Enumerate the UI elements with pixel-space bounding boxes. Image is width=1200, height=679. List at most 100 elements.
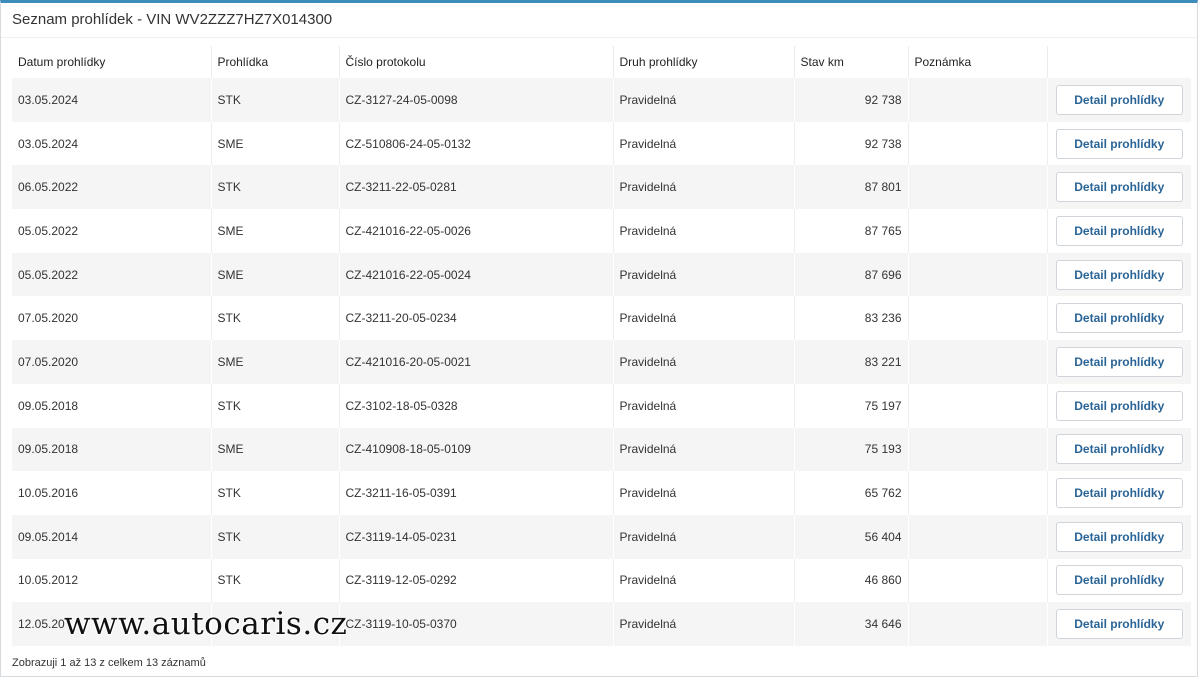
table-header-row: Datum prohlídky Prohlídka Číslo protokol… <box>12 46 1191 78</box>
cell-note <box>908 471 1048 515</box>
inspections-table: Datum prohlídky Prohlídka Číslo protokol… <box>12 46 1191 646</box>
cell-inspection-type: STK <box>211 78 340 122</box>
cell-mileage: 56 404 <box>794 514 909 559</box>
column-header-protocol[interactable]: Číslo protokolu <box>339 46 614 78</box>
detail-inspection-button[interactable]: Detail prohlídky <box>1055 521 1183 552</box>
column-header-note[interactable]: Poznámka <box>908 46 1048 78</box>
cell-protocol-number: CZ-421016-20-05-0021 <box>339 340 614 384</box>
column-header-date[interactable]: Datum prohlídky <box>12 46 212 78</box>
cell-date: 12.05.20 <box>12 602 212 646</box>
table-row: 10.05.2016 STK CZ-3211-16-05-0391 Pravideln… <box>12 471 1191 515</box>
cell-note <box>908 209 1048 253</box>
cell-inspection-type: SME <box>211 427 340 472</box>
cell-mileage: 46 860 <box>794 558 909 603</box>
cell-action: Detail prohlídky <box>1047 602 1191 646</box>
cell-inspection-kind: Pravidelná <box>613 383 795 428</box>
cell-protocol-number: CZ-3102-18-05-0328 <box>339 383 614 428</box>
cell-protocol-number: CZ-421016-22-05-0026 <box>339 209 614 253</box>
cell-protocol-number: CZ-3127-24-05-0098 <box>339 78 614 122</box>
cell-protocol-number: CZ-3119-14-05-0231 <box>339 514 614 559</box>
table-row: 07.05.2020 SME CZ-421016-20-05-0021 Pravide… <box>12 340 1191 384</box>
detail-inspection-button[interactable]: Detail prohlídky <box>1055 346 1183 377</box>
cell-note <box>908 383 1048 428</box>
cell-inspection-kind: Pravidelná <box>613 78 795 122</box>
cell-date: 09.05.2014 <box>12 514 212 559</box>
table-row: 05.05.2022 SME CZ-421016-22-05-0026 Pravide… <box>12 209 1191 253</box>
detail-inspection-button[interactable]: Detail prohlídky <box>1055 215 1183 246</box>
cell-action: Detail prohlídky <box>1047 209 1191 253</box>
cell-mileage: 75 197 <box>794 383 909 428</box>
cell-note <box>908 340 1048 384</box>
cell-note <box>908 121 1048 166</box>
cell-inspection-type: STK <box>211 165 340 210</box>
detail-inspection-button[interactable]: Detail prohlídky <box>1055 84 1183 115</box>
cell-note <box>908 165 1048 210</box>
table-row: 12.05.20 CZ-3119-10-05-0370 Pravidelná 34 6… <box>12 602 1191 646</box>
detail-inspection-button[interactable]: Detail prohlídky <box>1055 172 1183 203</box>
cell-inspection-kind: Pravidelná <box>613 209 795 253</box>
cell-date: 07.05.2020 <box>12 296 212 341</box>
detail-inspection-button[interactable]: Detail prohlídky <box>1055 128 1183 159</box>
panel-title: Seznam prohlídek - VIN WV2ZZZ7HZ7X014300 <box>1 3 1197 38</box>
detail-inspection-button[interactable]: Detail prohlídky <box>1055 434 1183 465</box>
cell-date: 09.05.2018 <box>12 383 212 428</box>
detail-inspection-button[interactable]: Detail prohlídky <box>1055 609 1183 640</box>
cell-protocol-number: CZ-410908-18-05-0109 <box>339 427 614 472</box>
cell-action: Detail prohlídky <box>1047 383 1191 428</box>
cell-inspection-type: SME <box>211 209 340 253</box>
cell-note <box>908 296 1048 341</box>
cell-inspection-type: STK <box>211 558 340 603</box>
cell-mileage: 87 801 <box>794 165 909 210</box>
cell-inspection-kind: Pravidelná <box>613 121 795 166</box>
cell-inspection-kind: Pravidelná <box>613 427 795 472</box>
cell-action: Detail prohlídky <box>1047 558 1191 603</box>
cell-note <box>908 78 1048 122</box>
cell-date: 03.05.2024 <box>12 121 212 166</box>
cell-inspection-kind: Pravidelná <box>613 471 795 515</box>
cell-action: Detail prohlídky <box>1047 471 1191 515</box>
cell-action: Detail prohlídky <box>1047 165 1191 210</box>
column-header-kind[interactable]: Druh prohlídky <box>613 46 795 78</box>
cell-protocol-number: CZ-510806-24-05-0132 <box>339 121 614 166</box>
cell-inspection-type: SME <box>211 121 340 166</box>
cell-inspection-type: STK <box>211 471 340 515</box>
column-header-inspection[interactable]: Prohlídka <box>211 46 340 78</box>
cell-date: 03.05.2024 <box>12 78 212 122</box>
cell-inspection-kind: Pravidelná <box>613 252 795 297</box>
detail-inspection-button[interactable]: Detail prohlídky <box>1055 478 1183 509</box>
cell-action: Detail prohlídky <box>1047 252 1191 297</box>
detail-inspection-button[interactable]: Detail prohlídky <box>1055 259 1183 290</box>
cell-note <box>908 514 1048 559</box>
cell-date: 10.05.2012 <box>12 558 212 603</box>
cell-note <box>908 427 1048 472</box>
cell-date: 05.05.2022 <box>12 209 212 253</box>
cell-mileage: 75 193 <box>794 427 909 472</box>
cell-date: 06.05.2022 <box>12 165 212 210</box>
pagination-info: Zobrazuji 1 až 13 z celkem 13 záznamů <box>12 657 206 669</box>
cell-inspection-kind: Pravidelná <box>613 165 795 210</box>
cell-action: Detail prohlídky <box>1047 296 1191 341</box>
cell-date: 10.05.2016 <box>12 471 212 515</box>
detail-inspection-button[interactable]: Detail prohlídky <box>1055 303 1183 334</box>
cell-mileage: 92 738 <box>794 78 909 122</box>
cell-inspection-type: SME <box>211 252 340 297</box>
cell-inspection-type <box>211 602 340 646</box>
cell-inspection-kind: Pravidelná <box>613 602 795 646</box>
column-header-mileage[interactable]: Stav km <box>794 46 909 78</box>
inspection-list-panel: Seznam prohlídek - VIN WV2ZZZ7HZ7X014300… <box>0 0 1198 677</box>
detail-inspection-button[interactable]: Detail prohlídky <box>1055 390 1183 421</box>
cell-action: Detail prohlídky <box>1047 427 1191 472</box>
table-row: 06.05.2022 STK CZ-3211-22-05-0281 Pravideln… <box>12 165 1191 210</box>
detail-inspection-button[interactable]: Detail prohlídky <box>1055 565 1183 596</box>
cell-protocol-number: CZ-421016-22-05-0024 <box>339 252 614 297</box>
cell-protocol-number: CZ-3119-12-05-0292 <box>339 558 614 603</box>
cell-action: Detail prohlídky <box>1047 121 1191 166</box>
cell-note <box>908 252 1048 297</box>
cell-inspection-type: STK <box>211 514 340 559</box>
table-row: 03.05.2024 SME CZ-510806-24-05-0132 Pravide… <box>12 121 1191 166</box>
cell-inspection-type: STK <box>211 296 340 341</box>
cell-protocol-number: CZ-3211-22-05-0281 <box>339 165 614 210</box>
cell-note <box>908 602 1048 646</box>
table-row: 09.05.2014 STK CZ-3119-14-05-0231 Pravideln… <box>12 514 1191 559</box>
table-row: 05.05.2022 SME CZ-421016-22-05-0024 Pravide… <box>12 252 1191 297</box>
